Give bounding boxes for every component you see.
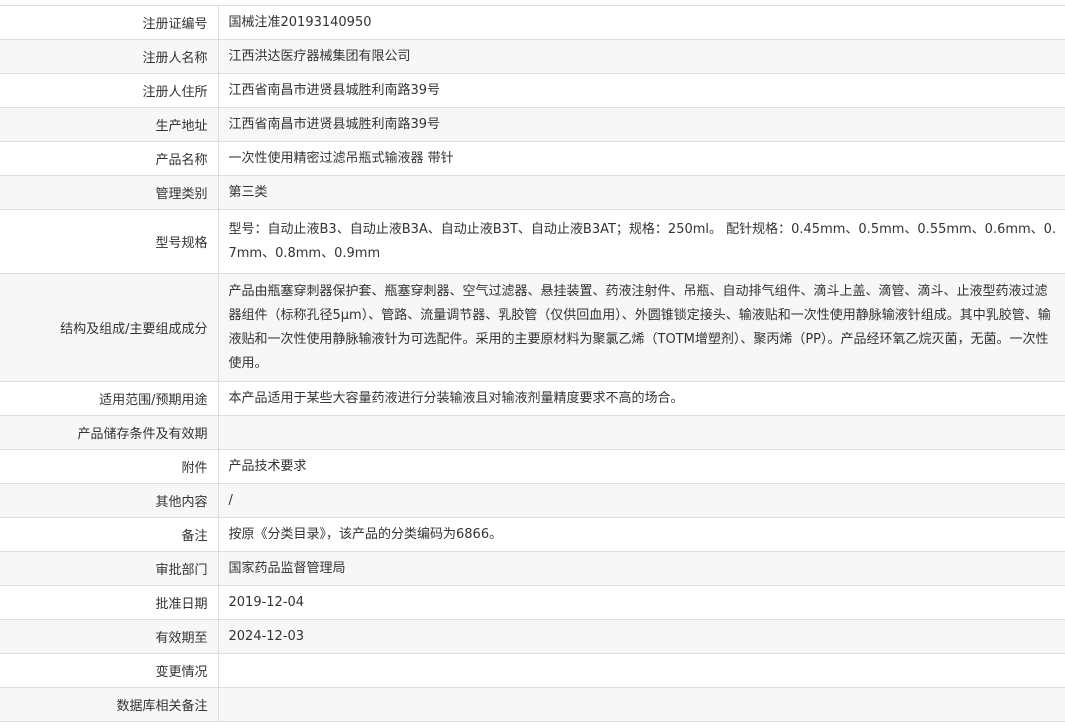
field-label: 数据库相关备注 [0, 687, 219, 722]
field-label: 注册人住所 [0, 73, 219, 108]
field-label: 产品储存条件及有效期 [0, 415, 219, 450]
field-label: 其他内容 [0, 483, 219, 518]
table-row: 注册人住所 江西省南昌市进贤县城胜利南路39号 [0, 73, 1065, 108]
field-value: 2019-12-04 [218, 585, 1065, 620]
field-value: 产品技术要求 [218, 449, 1065, 484]
field-value: 江西洪达医疗器械集团有限公司 [218, 39, 1065, 74]
field-label: 生产地址 [0, 107, 219, 142]
field-label: 适用范围/预期用途 [0, 381, 219, 416]
table-row: 附件 产品技术要求 [0, 449, 1065, 484]
field-label: 附件 [0, 449, 219, 484]
field-value: / [218, 483, 1065, 518]
field-value [218, 687, 1065, 722]
field-value: 按原《分类目录》，该产品的分类编码为6866。 [218, 517, 1065, 552]
table-row: 备注 按原《分类目录》，该产品的分类编码为6866。 [0, 517, 1065, 552]
table-row: 型号规格 型号：自动止液B3、自动止液B3A、自动止液B3T、自动止液B3AT；… [0, 209, 1065, 274]
field-label: 注册人名称 [0, 39, 219, 74]
field-value: 型号：自动止液B3、自动止液B3A、自动止液B3T、自动止液B3AT；规格：25… [218, 209, 1065, 274]
field-value: 一次性使用精密过滤吊瓶式输液器 带针 [218, 141, 1065, 176]
table-row: 有效期至 2024-12-03 [0, 619, 1065, 654]
field-label: 产品名称 [0, 141, 219, 176]
field-label: 结构及组成/主要组成成分 [0, 273, 219, 382]
field-value [218, 415, 1065, 450]
field-value [218, 653, 1065, 688]
table-row: 管理类别 第三类 [0, 175, 1065, 210]
table-row: 审批部门 国家药品监督管理局 [0, 551, 1065, 586]
field-label: 批准日期 [0, 585, 219, 620]
table-row: 产品储存条件及有效期 [0, 415, 1065, 450]
field-label: 审批部门 [0, 551, 219, 586]
field-value: 产品由瓶塞穿刺器保护套、瓶塞穿刺器、空气过滤器、悬挂装置、药液注射件、吊瓶、自动… [218, 273, 1065, 382]
field-label: 有效期至 [0, 619, 219, 654]
field-value: 江西省南昌市进贤县城胜利南路39号 [218, 73, 1065, 108]
table-row: 注册人名称 江西洪达医疗器械集团有限公司 [0, 39, 1065, 74]
table-row: 批准日期 2019-12-04 [0, 585, 1065, 620]
table-row: 生产地址 江西省南昌市进贤县城胜利南路39号 [0, 107, 1065, 142]
table-row: 数据库相关备注 [0, 687, 1065, 722]
field-value: 2024-12-03 [218, 619, 1065, 654]
field-value: 本产品适用于某些大容量药液进行分装输液且对输液剂量精度要求不高的场合。 [218, 381, 1065, 416]
field-label: 型号规格 [0, 209, 219, 274]
registration-detail-table: 注册证编号 国械注准20193140950 注册人名称 江西洪达医疗器械集团有限… [0, 5, 1065, 722]
table-row: 变更情况 [0, 653, 1065, 688]
field-label: 管理类别 [0, 175, 219, 210]
table-row: 产品名称 一次性使用精密过滤吊瓶式输液器 带针 [0, 141, 1065, 176]
field-label: 注册证编号 [0, 5, 219, 40]
field-value: 第三类 [218, 175, 1065, 210]
field-value: 国械注准20193140950 [218, 5, 1065, 40]
table-row: 适用范围/预期用途 本产品适用于某些大容量药液进行分装输液且对输液剂量精度要求不… [0, 381, 1065, 416]
field-value: 国家药品监督管理局 [218, 551, 1065, 586]
field-label: 变更情况 [0, 653, 219, 688]
field-label: 备注 [0, 517, 219, 552]
field-value: 江西省南昌市进贤县城胜利南路39号 [218, 107, 1065, 142]
table-row: 结构及组成/主要组成成分 产品由瓶塞穿刺器保护套、瓶塞穿刺器、空气过滤器、悬挂装… [0, 273, 1065, 382]
table-row: 其他内容 / [0, 483, 1065, 518]
table-row: 注册证编号 国械注准20193140950 [0, 5, 1065, 40]
